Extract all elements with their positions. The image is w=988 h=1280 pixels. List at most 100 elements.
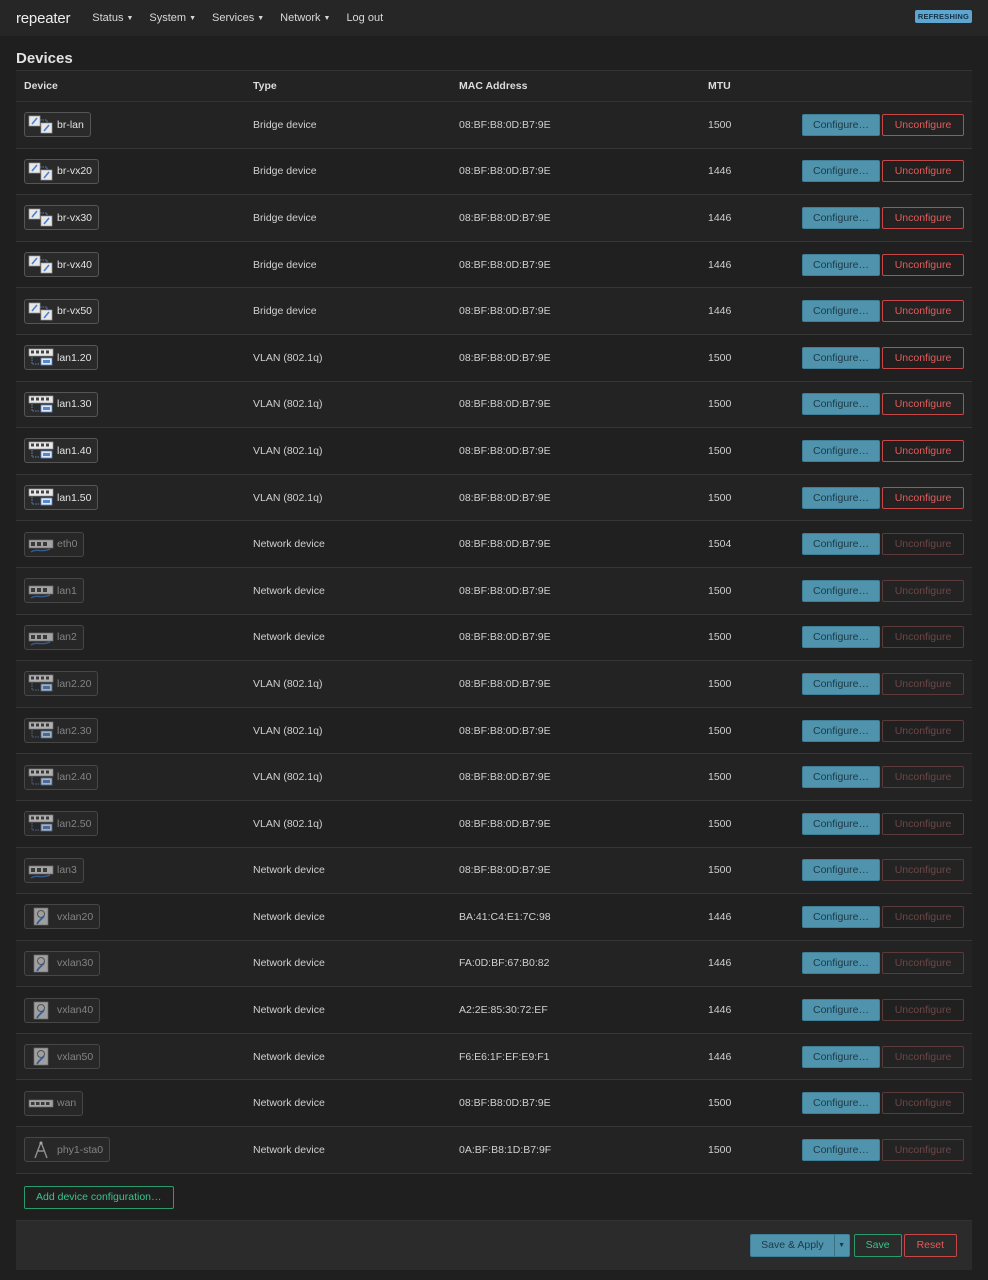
device-badge[interactable]: br-vx50: [24, 298, 100, 324]
save-apply-label[interactable]: Save & Apply: [751, 1235, 833, 1256]
device-name: br-vx20: [57, 165, 93, 178]
device-mtu: 1446: [700, 148, 790, 196]
device-badge[interactable]: lan3: [24, 857, 84, 883]
refreshing-badge[interactable]: REFRESHING: [914, 10, 972, 23]
page-title: Devices: [16, 50, 73, 67]
device-cell: vxlan20: [16, 893, 245, 941]
device-badge[interactable]: vxlan20: [24, 904, 101, 930]
table-row: vxlan50 Network device F6:E6:1F:EF:E9:F1 14…: [16, 1033, 972, 1081]
table-row: br-vx40 Bridge device 08:BF:B8:0D:B7:9E 144…: [16, 241, 972, 289]
device-mtu: 1500: [700, 567, 790, 615]
configure-button[interactable]: Configure…: [802, 533, 880, 556]
device-badge[interactable]: vxlan30: [24, 950, 101, 976]
unconfigure-button[interactable]: Unconfigure: [882, 486, 964, 509]
configure-button[interactable]: Configure…: [802, 579, 880, 602]
device-mtu: 1504: [700, 520, 790, 568]
device-badge[interactable]: wan: [24, 1090, 84, 1116]
add-device-configuration-button[interactable]: Add device configuration…: [24, 1185, 174, 1209]
device-cell: lan1: [16, 567, 245, 615]
device-badge[interactable]: lan1.20: [24, 345, 99, 371]
nav-services[interactable]: Services ▼: [212, 12, 264, 24]
configure-button[interactable]: Configure…: [802, 999, 880, 1022]
device-actions: Configure… Unconfigure: [790, 567, 972, 615]
configure-button[interactable]: Configure…: [802, 672, 880, 695]
device-name: lan1.30: [57, 398, 92, 411]
device-name: lan2: [57, 631, 77, 644]
device-type: Network device: [245, 893, 451, 941]
save-apply-button[interactable]: Save & Apply ▼: [750, 1234, 850, 1257]
unconfigure-button[interactable]: Unconfigure: [882, 439, 964, 462]
device-badge[interactable]: lan2.40: [24, 764, 99, 790]
col-mtu: MTU: [700, 70, 790, 102]
device-name: vxlan40: [57, 1004, 94, 1017]
device-badge[interactable]: lan1: [24, 578, 84, 604]
nav-logout[interactable]: Log out: [346, 12, 383, 24]
device-badge[interactable]: vxlan40: [24, 997, 101, 1023]
device-mtu: 1500: [700, 753, 790, 801]
configure-button[interactable]: Configure…: [802, 905, 880, 928]
device-badge[interactable]: eth0: [24, 531, 85, 557]
device-badge[interactable]: phy1-sta0: [24, 1137, 111, 1163]
unconfigure-button[interactable]: Unconfigure: [882, 393, 964, 416]
reset-button[interactable]: Reset: [903, 1234, 957, 1257]
unconfigure-button[interactable]: Unconfigure: [882, 253, 964, 276]
unconfigure-button[interactable]: Unconfigure: [882, 160, 964, 183]
device-badge[interactable]: br-lan: [24, 112, 91, 138]
device-badge[interactable]: lan2: [24, 624, 84, 650]
configure-button[interactable]: Configure…: [802, 719, 880, 742]
configure-button[interactable]: Configure…: [802, 1045, 880, 1068]
unconfigure-button[interactable]: Unconfigure: [882, 346, 964, 369]
brand-logo[interactable]: repeater: [16, 10, 70, 27]
device-badge[interactable]: lan2.50: [24, 811, 99, 837]
nav-network[interactable]: Network ▼: [280, 12, 330, 24]
unconfigure-button[interactable]: Unconfigure: [882, 300, 964, 323]
nav-system-label: System: [149, 12, 187, 24]
device-badge[interactable]: br-vx20: [24, 158, 100, 184]
unconfigure-button[interactable]: Unconfigure: [882, 206, 964, 229]
nav-system[interactable]: System ▼: [149, 12, 196, 24]
configure-button[interactable]: Configure…: [802, 393, 880, 416]
configure-button[interactable]: Configure…: [802, 1138, 880, 1161]
device-cell: lan2.30: [16, 707, 245, 755]
device-name: phy1-sta0: [57, 1143, 104, 1156]
device-badge[interactable]: lan1.50: [24, 485, 99, 511]
device-mac: 08:BF:B8:0D:B7:9E: [451, 1079, 700, 1128]
col-actions: [790, 70, 972, 102]
configure-button[interactable]: Configure…: [802, 812, 880, 835]
device-badge[interactable]: br-vx30: [24, 205, 100, 231]
configure-button[interactable]: Configure…: [802, 346, 880, 369]
device-badge[interactable]: lan1.40: [24, 438, 99, 464]
caret-down-icon: ▼: [323, 15, 331, 22]
configure-button[interactable]: Configure…: [802, 206, 880, 229]
nav-status[interactable]: Status ▼: [92, 12, 133, 24]
configure-button[interactable]: Configure…: [802, 859, 880, 882]
col-device: Device: [16, 70, 245, 102]
configure-button[interactable]: Configure…: [802, 113, 880, 136]
configure-button[interactable]: Configure…: [802, 300, 880, 323]
device-badge[interactable]: lan1.30: [24, 391, 99, 417]
devices-table: Device Type MAC Address MTU br-lan Bridge…: [16, 70, 972, 1174]
unconfigure-button[interactable]: Unconfigure: [882, 113, 964, 136]
configure-button[interactable]: Configure…: [802, 1092, 880, 1115]
main-nav: Status ▼ System ▼ Services ▼ Network ▼ Log o…: [92, 12, 399, 24]
device-badge[interactable]: lan2.20: [24, 671, 99, 697]
configure-button[interactable]: Configure…: [802, 160, 880, 183]
configure-button[interactable]: Configure…: [802, 626, 880, 649]
configure-button[interactable]: Configure…: [802, 766, 880, 789]
device-mac: 08:BF:B8:0D:B7:9E: [451, 194, 700, 242]
device-badge[interactable]: lan2.30: [24, 718, 99, 744]
configure-button[interactable]: Configure…: [802, 486, 880, 509]
device-badge[interactable]: br-vx40: [24, 252, 100, 278]
dropdown-arrow-icon[interactable]: ▼: [833, 1235, 849, 1256]
save-button[interactable]: Save: [853, 1234, 902, 1257]
device-mtu: 1500: [700, 474, 790, 522]
configure-button[interactable]: Configure…: [802, 253, 880, 276]
device-badge[interactable]: vxlan50: [24, 1044, 101, 1070]
configure-button[interactable]: Configure…: [802, 439, 880, 462]
configure-button[interactable]: Configure…: [802, 952, 880, 975]
vlan-icon: [28, 441, 54, 460]
table-row: vxlan40 Network device A2:2E:85:30:72:EF 14…: [16, 986, 972, 1034]
device-type: Bridge device: [245, 241, 451, 289]
bridge-icon: [28, 302, 54, 321]
device-cell: lan2.20: [16, 660, 245, 708]
